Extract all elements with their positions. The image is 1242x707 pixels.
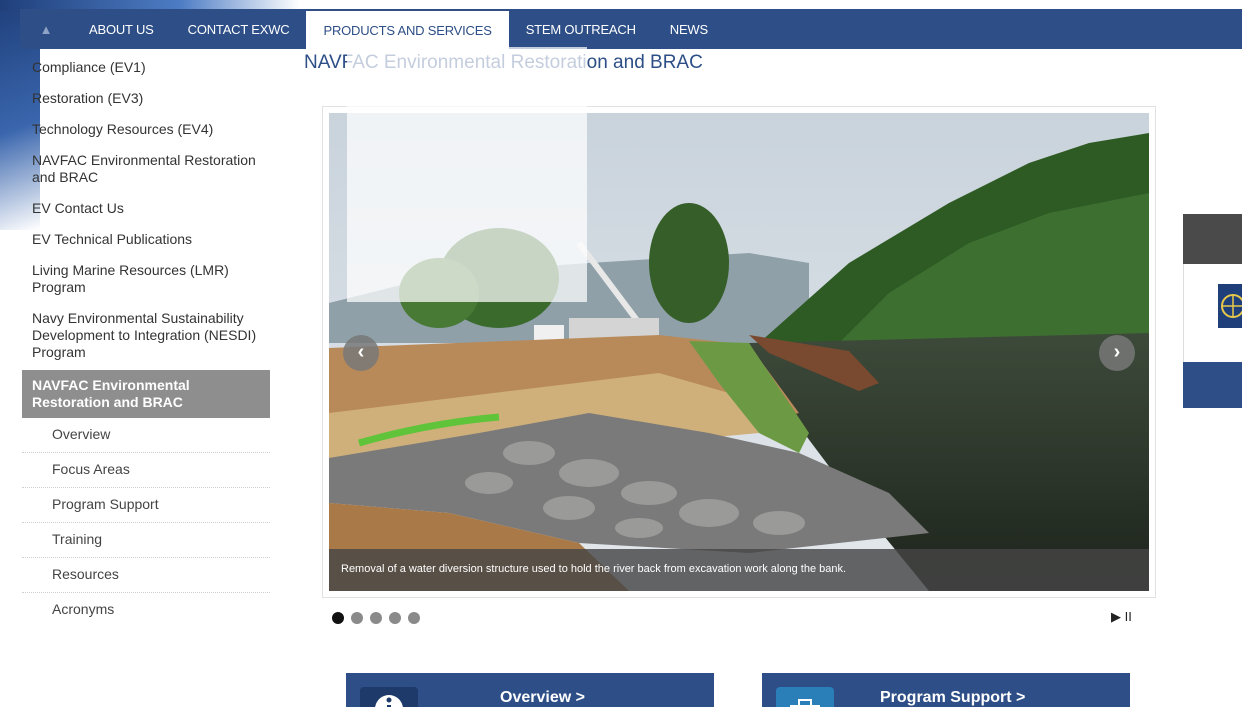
sidebar-item-living-marine-resources[interactable]: Living Marine Resources (LMR) Program — [22, 255, 270, 303]
slider-dot[interactable] — [389, 612, 401, 624]
sidebar-item-nesdi[interactable]: Navy Environmental Sustainability Develo… — [22, 303, 270, 368]
sidebar-item-ev-contact-us[interactable]: EV Contact Us — [22, 193, 270, 224]
sidebar-item-compliance[interactable]: Compliance (EV1) — [22, 52, 270, 83]
chevron-right-icon[interactable]: › — [1099, 335, 1135, 371]
sidebar: Compliance (EV1) Restoration (EV3) Techn… — [22, 52, 270, 627]
sidebar-subitem-overview[interactable]: Overview — [22, 418, 270, 453]
info-icon — [360, 687, 418, 707]
slider-dots — [332, 612, 420, 624]
home-icon[interactable]: ▲ — [20, 9, 72, 49]
nav-about-us[interactable]: ABOUT US — [72, 9, 171, 49]
slider-dot[interactable] — [408, 612, 420, 624]
sidebar-subitem-focus-areas[interactable]: Focus Areas — [22, 453, 270, 488]
briefcase-icon — [776, 687, 834, 707]
slider-dot[interactable] — [370, 612, 382, 624]
slide-caption: Removal of a water diversion structure u… — [329, 549, 1149, 591]
sidebar-item-navfac-restoration-brac[interactable]: NAVFAC Environmental Restoration and BRA… — [22, 145, 270, 193]
sidebar-subitem-acronyms[interactable]: Acronyms — [22, 593, 270, 627]
overview-tile-label: Overview > — [500, 689, 585, 706]
overview-tile[interactable]: Overview > — [346, 673, 714, 707]
play-pause-control[interactable]: ▶ II — [1111, 609, 1132, 625]
nav-stem-outreach[interactable]: STEM OUTREACH — [509, 9, 653, 49]
nav-products-and-services[interactable]: PRODUCTS AND SERVICES — [306, 11, 509, 49]
widget-body[interactable] — [1183, 264, 1242, 362]
sidebar-item-technology-resources[interactable]: Technology Resources (EV4) — [22, 114, 270, 145]
globe-logo-icon — [1218, 284, 1242, 328]
slider-dot[interactable] — [351, 612, 363, 624]
sidebar-item-ev-technical-publications[interactable]: EV Technical Publications — [22, 224, 270, 255]
products-dropdown-menu[interactable] — [347, 47, 587, 302]
main-nav: ▲ ABOUT US CONTACT EXWC PRODUCTS AND SER… — [20, 9, 1242, 49]
sidebar-subitem-resources[interactable]: Resources — [22, 558, 270, 593]
right-side-widget — [1183, 214, 1242, 408]
sidebar-subitem-program-support[interactable]: Program Support — [22, 488, 270, 523]
sidebar-item-active-section[interactable]: NAVFAC Environmental Restoration and BRA… — [22, 370, 270, 418]
nav-news[interactable]: NEWS — [653, 9, 725, 49]
widget-header — [1183, 214, 1242, 264]
nav-contact-exwc[interactable]: CONTACT EXWC — [171, 9, 307, 49]
program-support-tile-label: Program Support > — [880, 689, 1026, 706]
chevron-left-icon[interactable]: ‹ — [343, 335, 379, 371]
program-support-tile[interactable]: Program Support > — [762, 673, 1130, 707]
sidebar-subitem-training[interactable]: Training — [22, 523, 270, 558]
widget-footer[interactable] — [1183, 362, 1242, 408]
sidebar-item-restoration[interactable]: Restoration (EV3) — [22, 83, 270, 114]
slider-dot[interactable] — [332, 612, 344, 624]
